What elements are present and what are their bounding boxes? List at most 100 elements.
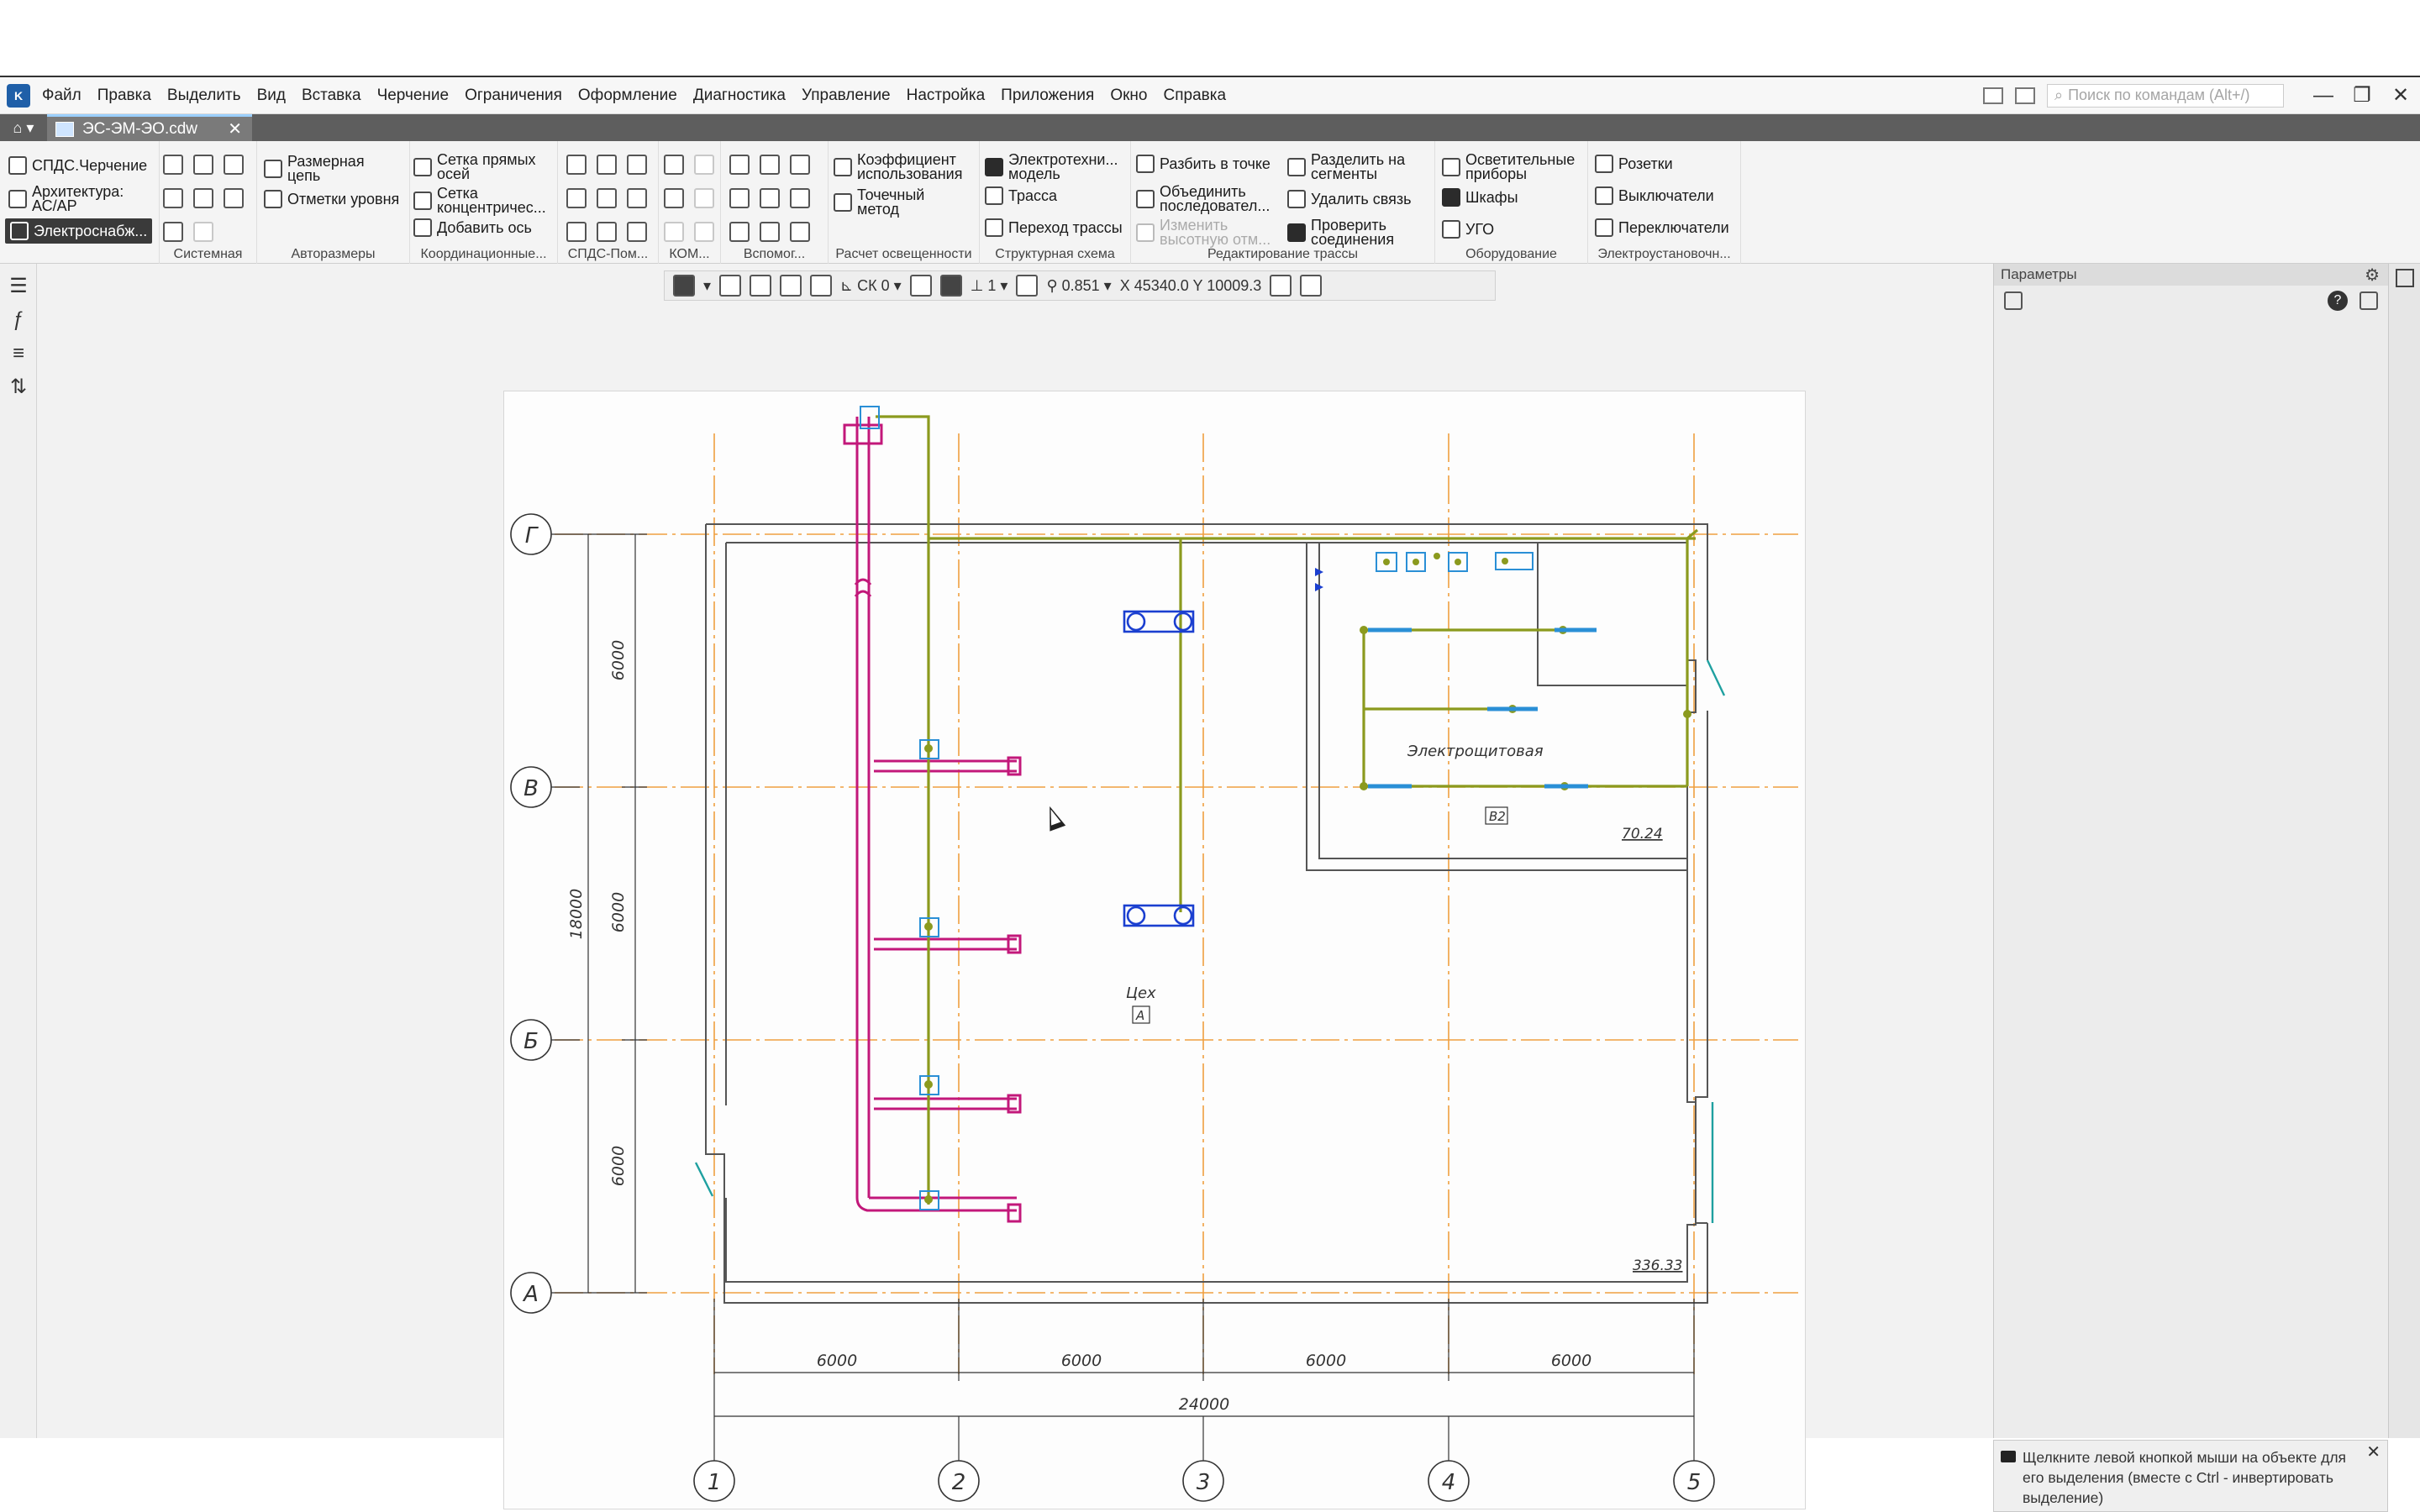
- open-file-icon[interactable]: [193, 155, 213, 175]
- measure-icon[interactable]: [1270, 275, 1292, 297]
- calc-icon[interactable]: [664, 155, 684, 175]
- rhombus-icon[interactable]: [627, 222, 647, 242]
- menu-window[interactable]: Окно: [1110, 87, 1147, 105]
- kom-tool4-icon[interactable]: [694, 222, 714, 242]
- rotate-icon[interactable]: [760, 222, 780, 242]
- step-icon[interactable]: [909, 275, 932, 297]
- cabinets-button[interactable]: Шкафы: [1442, 188, 1518, 207]
- route-button[interactable]: Трасса: [985, 186, 1057, 205]
- document-tab[interactable]: ЭС-ЭМ-ЭО.cdw ✕: [47, 114, 252, 141]
- redo-icon[interactable]: [193, 222, 213, 242]
- text-mark-icon[interactable]: [627, 155, 647, 175]
- node-icon[interactable]: [597, 222, 617, 242]
- leader-icon[interactable]: [566, 155, 587, 175]
- menu-apps[interactable]: Приложения: [1001, 87, 1094, 105]
- object-props-icon[interactable]: [2004, 291, 2023, 310]
- undo-icon[interactable]: [163, 222, 183, 242]
- mirror-icon[interactable]: [729, 155, 750, 175]
- dim-chain-button[interactable]: Размерная цепь: [264, 154, 371, 183]
- home-icon[interactable]: ⌂ ▾: [0, 114, 47, 141]
- print-icon[interactable]: [163, 188, 183, 208]
- change-height-button[interactable]: Изменить высотную отм...: [1136, 218, 1277, 247]
- dropdown-arrow-icon[interactable]: ▾: [703, 277, 711, 295]
- swap-icon[interactable]: ⇅: [8, 376, 29, 398]
- ortho-icon[interactable]: [719, 275, 742, 297]
- menu-drawing[interactable]: Черчение: [377, 87, 450, 105]
- restore-icon[interactable]: ❐: [2343, 77, 2381, 114]
- ugo-button[interactable]: УГО: [1442, 220, 1494, 239]
- add-axis-button[interactable]: Добавить ось: [413, 218, 532, 237]
- sockets-button[interactable]: Розетки: [1595, 155, 1673, 173]
- menu-constraints[interactable]: Ограничения: [465, 87, 562, 105]
- kom-tool-icon[interactable]: [694, 155, 714, 175]
- align-icon[interactable]: [790, 155, 810, 175]
- delete-link-button[interactable]: Удалить связь: [1287, 190, 1411, 208]
- marker-icon[interactable]: [597, 155, 617, 175]
- close-hint-icon[interactable]: ✕: [2366, 1442, 2381, 1462]
- mode-architecture[interactable]: Архитектура: АС/АР: [8, 184, 133, 213]
- new-file-icon[interactable]: [163, 155, 183, 175]
- hatch-icon[interactable]: [760, 155, 780, 175]
- coordinate-system-select[interactable]: ⊾ СК 0 ▾: [840, 277, 902, 295]
- table-icon[interactable]: [664, 188, 684, 208]
- snap-icon[interactable]: [673, 275, 695, 297]
- save-all-icon[interactable]: [224, 188, 244, 208]
- minimize-icon[interactable]: —: [2304, 77, 2343, 114]
- gear-icon[interactable]: ⚙: [2365, 265, 2380, 286]
- concentric-grid-button[interactable]: Сетка концентричес...: [413, 186, 546, 215]
- camera-icon[interactable]: [2015, 87, 2035, 104]
- scale-icon[interactable]: [790, 222, 810, 242]
- route-transition-button[interactable]: Переход трассы: [985, 218, 1123, 237]
- magnet-icon[interactable]: [939, 275, 962, 297]
- fillet-icon[interactable]: [729, 222, 750, 242]
- preview-icon[interactable]: [193, 188, 213, 208]
- eyedropper-icon[interactable]: [1300, 275, 1323, 297]
- electric-motors[interactable]: [1123, 610, 1195, 927]
- menu-file[interactable]: Файл: [42, 87, 82, 105]
- point-method-button[interactable]: Точечный метод: [834, 187, 958, 217]
- merge-sequential-button[interactable]: Объединить последовател...: [1136, 184, 1277, 213]
- check-conn-button[interactable]: Проверить соединения: [1287, 218, 1420, 247]
- copy-icon[interactable]: [729, 188, 750, 208]
- tree-view-icon[interactable]: [2360, 291, 2378, 310]
- switches-button[interactable]: Выключатели: [1595, 186, 1714, 205]
- mode-spds[interactable]: СПДС.Черчение: [8, 156, 147, 175]
- help-icon[interactable]: ?: [2328, 291, 2348, 311]
- kom-tool2-icon[interactable]: [694, 188, 714, 208]
- toggles-button[interactable]: Переключатели: [1595, 218, 1729, 237]
- panel-toggle-icon[interactable]: [2396, 269, 2414, 287]
- command-search-input[interactable]: ⌕ Поиск по командам (Alt+/): [2047, 83, 2284, 108]
- floor-plan[interactable]: Г В Б А 1 2 3 4 5 6000 6000 6000 18000 6…: [504, 391, 1807, 1510]
- layout-icon[interactable]: [1983, 87, 2003, 104]
- split-segments-button[interactable]: Разделить на сегменты: [1287, 152, 1420, 181]
- close-tab-icon[interactable]: ✕: [228, 118, 242, 139]
- menu-help[interactable]: Справка: [1164, 87, 1227, 105]
- junction-boxes[interactable]: [860, 406, 1534, 1210]
- grid-icon[interactable]: [810, 275, 833, 297]
- layer-select[interactable]: ⊥ 1 ▾: [971, 277, 1008, 295]
- slope-icon[interactable]: [566, 222, 587, 242]
- menu-select[interactable]: Выделить: [167, 87, 241, 105]
- section-icon[interactable]: [566, 188, 587, 208]
- layers-icon[interactable]: [790, 188, 810, 208]
- lighting-devices-button[interactable]: Осветительные приборы: [1442, 152, 1575, 181]
- axis-mark-icon[interactable]: [627, 188, 647, 208]
- menu-format[interactable]: Оформление: [578, 87, 677, 105]
- menu-diagnostics[interactable]: Диагностика: [693, 87, 786, 105]
- split-point-button[interactable]: Разбить в точке: [1136, 155, 1270, 173]
- pen-icon[interactable]: [750, 275, 772, 297]
- tree-icon[interactable]: ☰: [8, 276, 29, 297]
- level-marks-button[interactable]: Отметки уровня: [264, 190, 399, 208]
- electrical-model-button[interactable]: Электротехни... модель: [985, 152, 1126, 181]
- zoom-window-icon[interactable]: [1016, 275, 1039, 297]
- link-icon[interactable]: [780, 275, 802, 297]
- straight-grid-button[interactable]: Сетка прямых осей: [413, 152, 546, 181]
- layers-list-icon[interactable]: ≡: [8, 343, 29, 365]
- mode-electrical[interactable]: Электроснабж...: [5, 218, 153, 244]
- menu-edit[interactable]: Правка: [97, 87, 151, 105]
- zoom-select[interactable]: ⚲ 0.851 ▾: [1046, 277, 1111, 295]
- menu-manage[interactable]: Управление: [802, 87, 891, 105]
- menu-settings[interactable]: Настройка: [907, 87, 986, 105]
- break-icon[interactable]: [597, 188, 617, 208]
- menu-insert[interactable]: Вставка: [302, 87, 361, 105]
